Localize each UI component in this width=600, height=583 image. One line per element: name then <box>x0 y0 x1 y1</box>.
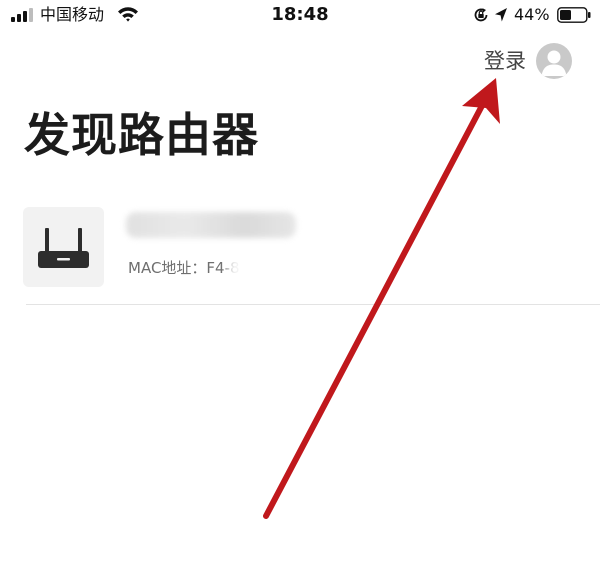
list-divider <box>26 304 600 305</box>
rotation-lock-icon <box>474 8 488 22</box>
status-bar: 中国移动 18:48 44% <box>0 0 600 34</box>
router-icon <box>38 228 89 268</box>
device-mac-address: MAC地址：F4-8 <box>128 259 240 277</box>
wifi-icon <box>118 7 138 22</box>
router-icon-container <box>23 207 104 287</box>
router-list-item[interactable]: MAC地址：F4-8 <box>0 200 600 304</box>
status-time: 18:48 <box>271 4 329 25</box>
router-discovery-screen: 中国移动 18:48 44% 登录 发现路由器 MAC地址：F4-8 <box>0 0 600 583</box>
device-name-redacted <box>126 212 296 238</box>
signal-icon <box>11 8 33 22</box>
user-avatar-icon[interactable] <box>536 43 572 79</box>
login-link[interactable]: 登录 <box>484 47 526 75</box>
page-title: 发现路由器 <box>24 108 259 162</box>
carrier-name: 中国移动 <box>40 5 105 24</box>
battery-percent: 44% <box>514 5 550 24</box>
mac-address-redaction <box>228 252 378 286</box>
battery-icon <box>557 7 591 23</box>
location-arrow-icon <box>495 8 507 22</box>
